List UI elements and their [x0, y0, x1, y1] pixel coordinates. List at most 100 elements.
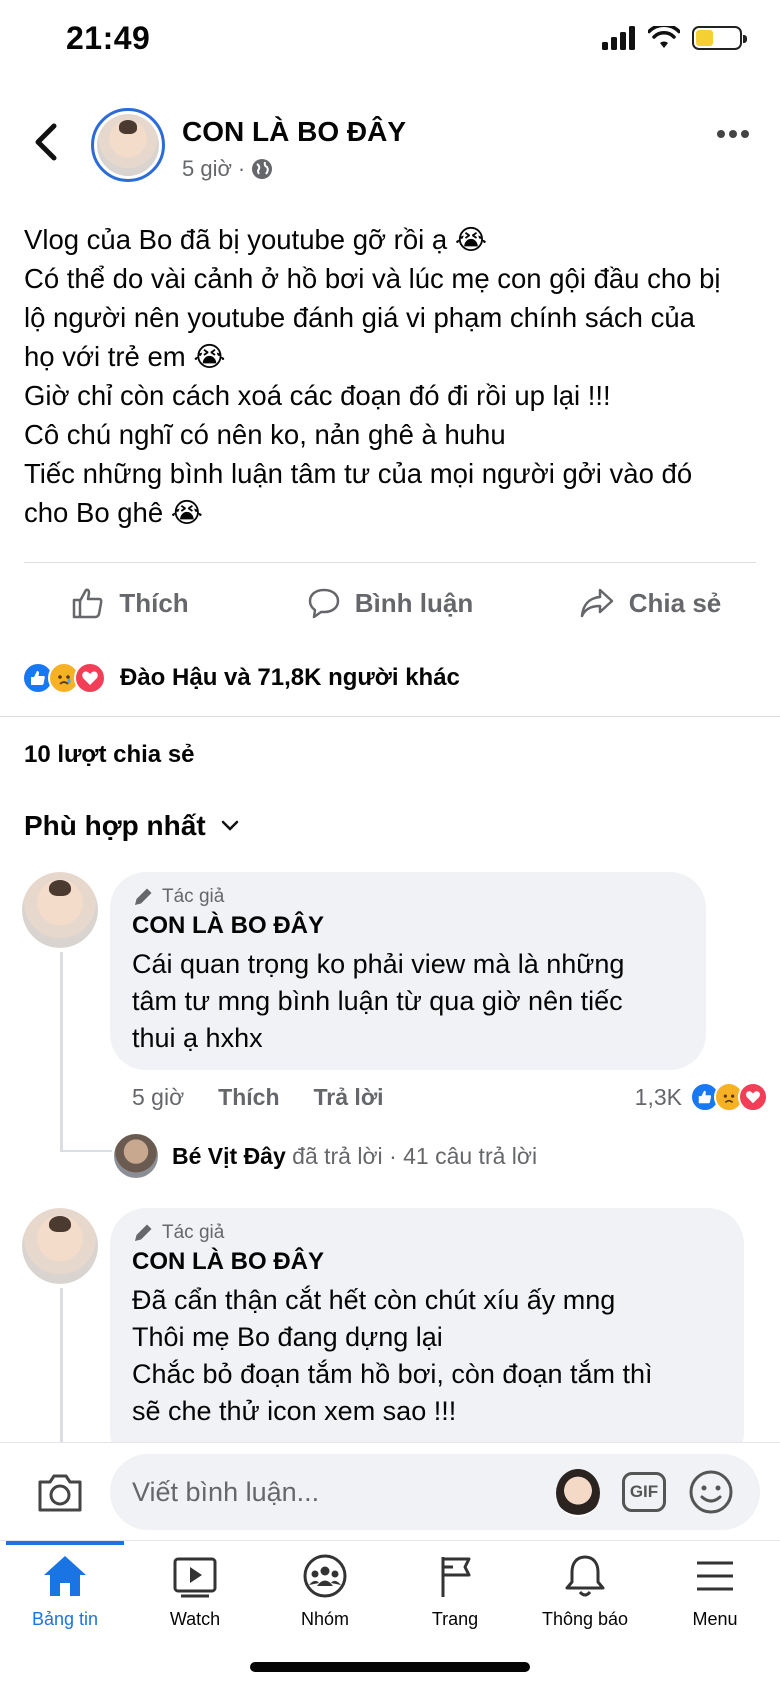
- tab-home[interactable]: Bảng tin: [0, 1553, 130, 1630]
- comment-reply-button[interactable]: Trả lời: [314, 1084, 384, 1111]
- tab-label: Bảng tin: [31, 1609, 99, 1629]
- commenter-name[interactable]: CON LÀ BO ĐÂY: [132, 912, 682, 940]
- divider: [24, 562, 756, 563]
- comment-line: Đã cẩn thận cắt hết còn chút xíu ấy mng: [132, 1285, 616, 1315]
- pages-flag-icon: [441, 1557, 471, 1597]
- battery-icon: [692, 26, 747, 50]
- sort-label: Phù hợp nhất: [24, 810, 206, 841]
- reaction-summary[interactable]: Đào Hậu và 71,8K người khác: [22, 662, 460, 694]
- bell-icon: [565, 1555, 605, 1597]
- divider: [0, 716, 780, 717]
- author-tag-label: Tác giả: [162, 886, 225, 907]
- tab-notifications[interactable]: Thông báo: [520, 1553, 650, 1630]
- reaction-text: Đào Hậu và 71,8K người khác: [120, 664, 460, 691]
- comment-reactions[interactable]: 1,3K: [634, 1082, 768, 1112]
- like-label: Thích: [119, 587, 189, 618]
- comment-avatar[interactable]: [22, 1208, 98, 1284]
- comment-placeholder: Viết bình luận...: [132, 1476, 320, 1507]
- post-timestamp: 5 giờ ·: [182, 156, 273, 182]
- comment-line: thui ạ hxhx: [132, 1023, 263, 1053]
- author-name[interactable]: CON LÀ BO ĐÂY: [182, 116, 406, 148]
- back-arrow-icon[interactable]: [30, 120, 62, 164]
- share-button[interactable]: Chia sẻ: [520, 572, 780, 634]
- share-count[interactable]: 10 lượt chia sẻ: [24, 741, 195, 769]
- comment-line: sẽ che thử icon xem sao !!!: [132, 1396, 457, 1426]
- thread-line: [60, 952, 63, 1152]
- pencil-icon: [135, 888, 152, 905]
- watch-icon: [173, 1557, 217, 1598]
- commenter-name[interactable]: CON LÀ BO ĐÂY: [132, 1248, 720, 1276]
- globe-icon: [252, 159, 273, 179]
- status-time: 21:49: [66, 20, 151, 56]
- comment-bubble[interactable]: Tác giả CON LÀ BO ĐÂY Cái quan trọng ko …: [110, 872, 706, 1070]
- menu-icon: [697, 1561, 733, 1591]
- reply-avatar: [114, 1134, 158, 1178]
- reply-count: · 41 câu trả lời: [389, 1142, 538, 1169]
- author-tag-label: Tác giả: [162, 1222, 225, 1243]
- tab-label: Thông báo: [541, 1609, 629, 1629]
- love-reaction-icon: [74, 662, 106, 694]
- comment-text: Đã cẩn thận cắt hết còn chút xíu ấy mng …: [132, 1282, 720, 1430]
- active-tab-indicator: [6, 1541, 124, 1545]
- comment-line: Thôi mẹ Bo đang dựng lại: [132, 1322, 443, 1352]
- tab-pages[interactable]: Trang: [390, 1553, 520, 1630]
- like-button[interactable]: Thích: [0, 572, 260, 634]
- home-indicator: [250, 1662, 530, 1672]
- share-icon: [580, 588, 613, 618]
- post-line: cho Bo ghê 😭: [24, 497, 203, 528]
- post-time: 5 giờ: [182, 156, 232, 181]
- comment-avatar[interactable]: [22, 872, 98, 948]
- tab-groups[interactable]: Nhóm: [260, 1553, 390, 1630]
- tab-watch[interactable]: Watch: [130, 1553, 260, 1630]
- comment-reaction-count: 1,3K: [634, 1083, 682, 1110]
- wifi-icon: [648, 26, 680, 48]
- post-line: Tiếc những bình luận tâm tư của mọi ngườ…: [24, 458, 693, 489]
- post-line: họ với trẻ em 😭: [24, 341, 226, 372]
- camera-icon[interactable]: [36, 1472, 84, 1514]
- tab-menu[interactable]: Menu: [650, 1553, 780, 1630]
- chevron-down-icon: [221, 820, 238, 831]
- tab-label: Menu: [692, 1609, 738, 1629]
- comment-line: Cái quan trọng ko phải view mà là những: [132, 949, 625, 979]
- post-line: Vlog của Bo đã bị youtube gỡ rồi ạ 😭: [24, 224, 487, 255]
- comment-bubble[interactable]: Tác giả CON LÀ BO ĐÂY Đã cẩn thận cắt hế…: [110, 1208, 744, 1468]
- tab-label: Trang: [431, 1609, 479, 1629]
- love-reaction-icon: [738, 1082, 768, 1112]
- emoji-icon[interactable]: [688, 1469, 734, 1515]
- comment-like-button[interactable]: Thích: [218, 1084, 279, 1111]
- comment-line: tâm tư mng bình luận từ qua giờ nên tiếc: [132, 986, 623, 1016]
- comment-meta: 5 giờ Thích Trả lời 1,3K: [132, 1082, 768, 1112]
- tab-label: Watch: [169, 1609, 221, 1629]
- separator: ·: [237, 156, 246, 181]
- author-avatar[interactable]: [91, 108, 165, 182]
- comment-line: Chắc bỏ đoạn tắm hồ bơi, còn đoạn tắm th…: [132, 1359, 653, 1389]
- reply-text: đã trả lời: [292, 1142, 383, 1169]
- thread-line: [60, 1288, 63, 1442]
- gif-label: GIF: [629, 1482, 659, 1501]
- reply-name: Bé Vịt Đây: [172, 1142, 286, 1169]
- post-line: Có thể do vài cảnh ở hồ bơi và lúc mẹ co…: [24, 263, 721, 294]
- reaction-icons: [22, 662, 106, 694]
- tab-label: Nhóm: [300, 1609, 349, 1629]
- post-actions: Thích Bình luận Chia sẻ: [0, 572, 780, 634]
- post-body: Vlog của Bo đã bị youtube gỡ rồi ạ 😭 Có …: [24, 220, 754, 532]
- pencil-icon: [135, 1224, 152, 1241]
- groups-icon: [303, 1554, 347, 1598]
- thumbs-up-icon: [73, 588, 103, 619]
- author-tag: Tác giả: [132, 1222, 720, 1244]
- signal-icon: [602, 26, 635, 50]
- avatar-sticker-icon[interactable]: [556, 1469, 600, 1517]
- post-line: Cô chú nghĩ có nên ko, nản ghê à huhu: [24, 419, 506, 450]
- more-options-icon[interactable]: [716, 128, 750, 140]
- thread-connector: [60, 1150, 112, 1152]
- home-icon: [44, 1556, 86, 1596]
- gif-button[interactable]: GIF: [622, 1472, 666, 1512]
- status-icons: [602, 26, 747, 50]
- post-line: Giờ chỉ còn cách xoá các đoạn đó đi rồi …: [24, 380, 611, 411]
- comment-sort-dropdown[interactable]: Phù hợp nhất: [24, 810, 240, 842]
- reply-preview[interactable]: Bé Vịt Đây đã trả lời · 41 câu trả lời: [114, 1134, 537, 1178]
- comment-label: Bình luận: [354, 587, 474, 618]
- author-tag: Tác giả: [132, 886, 682, 908]
- comment-icon: [308, 588, 340, 619]
- comment-button[interactable]: Bình luận: [260, 572, 520, 634]
